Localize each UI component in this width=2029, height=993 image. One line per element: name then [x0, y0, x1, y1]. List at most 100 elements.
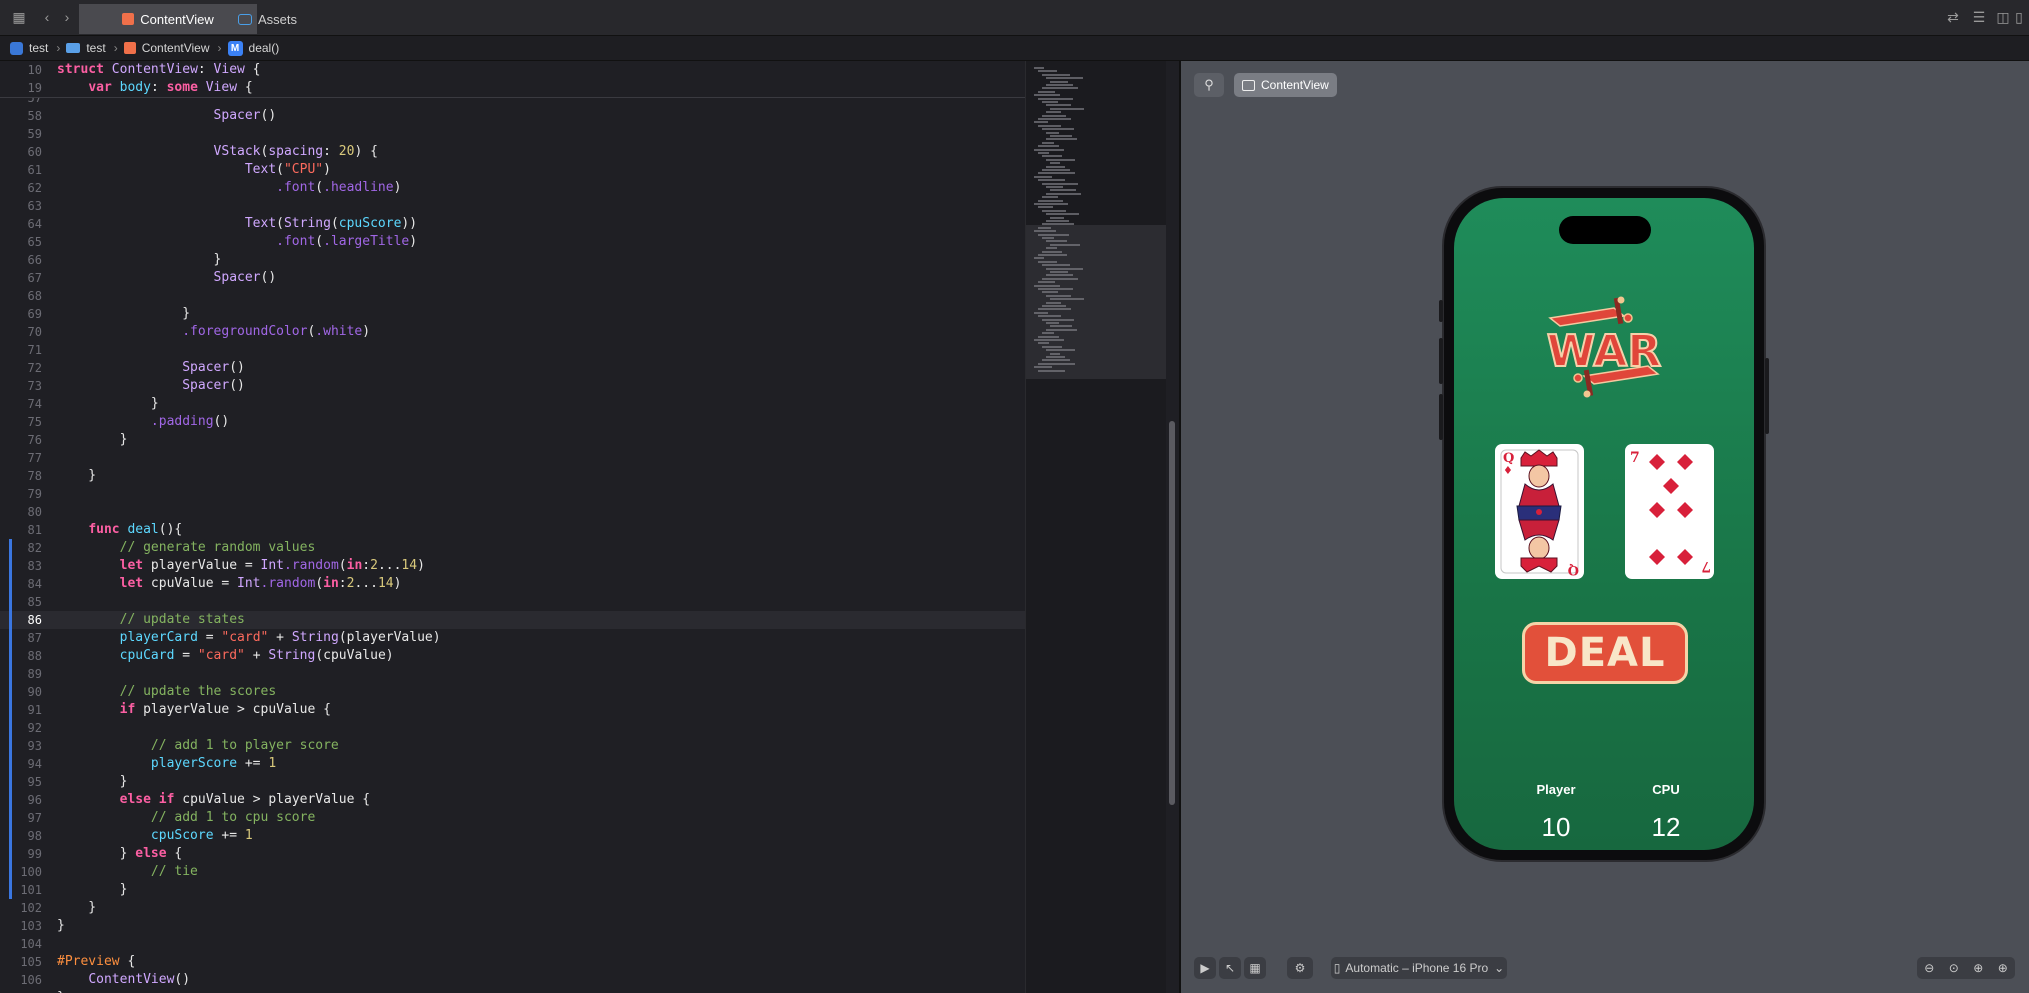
code-text: else if cpuValue > playerValue {	[119, 792, 371, 807]
breadcrumb-method[interactable]: Mdeal()	[227, 40, 279, 56]
back-icon[interactable]: ‹	[38, 8, 56, 26]
code-line[interactable]: 64 Text(String(cpuScore))	[0, 215, 1025, 233]
minimap-line	[1038, 254, 1067, 256]
code-line[interactable]: 98 cpuScore += 1	[0, 827, 1025, 845]
code-line[interactable]: 84 let cpuValue = Int.random(in:2...14)	[0, 575, 1025, 593]
code-line[interactable]: 94 playerScore += 1	[0, 755, 1025, 773]
code-text: // add 1 to player score	[150, 738, 339, 753]
code-line[interactable]: 71	[0, 341, 1025, 359]
card-rank: 7	[1630, 450, 1640, 466]
change-indicator	[9, 539, 12, 899]
device-selector[interactable]: ▯ Automatic – iPhone 16 Pro ⌄	[1331, 957, 1507, 979]
line-number: 73	[27, 379, 42, 393]
code-line[interactable]: 63	[0, 197, 1025, 215]
code-line[interactable]: 99 } else {	[0, 845, 1025, 863]
code-line[interactable]: 104	[0, 935, 1025, 953]
code-line[interactable]: 106 ContentView()	[0, 971, 1025, 989]
minimap-line	[1046, 213, 1079, 216]
minimap[interactable]	[1025, 61, 1167, 993]
live-preview-icon[interactable]: ▶	[1194, 957, 1216, 979]
code-line[interactable]: 66 }	[0, 251, 1025, 269]
code-line[interactable]: 81 func deal(){	[0, 521, 1025, 539]
zoom-out-icon[interactable]: ⊖	[1924, 961, 1934, 975]
zoom-controls: ⊖ ⊙ ⊕ ⊕	[1917, 957, 2015, 979]
code-line[interactable]: 101 }	[0, 881, 1025, 899]
code-line[interactable]: 59	[0, 125, 1025, 143]
tab-bar: ▦ ‹ › ContentView Assets ⇄ ☰ ◫ ▯	[0, 0, 2029, 36]
code-line[interactable]: 96 else if cpuValue > playerValue {	[0, 791, 1025, 809]
code-line[interactable]: 87 playerCard = "card" + String(playerVa…	[0, 629, 1025, 647]
line-number: 65	[27, 235, 42, 249]
variants-icon[interactable]: ▦	[1244, 957, 1266, 979]
grid-icon[interactable]: ▦	[10, 8, 28, 26]
code-line[interactable]: 88 cpuCard = "card" + String(cpuValue)	[0, 647, 1025, 665]
pin-icon[interactable]: ⚲	[1194, 73, 1224, 97]
canvas-bottom-bar: ▶ ↖ ▦ ⚙ ▯ Automatic – iPhone 16 Pro ⌄ ⊖ …	[1181, 950, 2029, 993]
code-line[interactable]: 74 }	[0, 395, 1025, 413]
code-line[interactable]: 80	[0, 503, 1025, 521]
zoom-fit-icon[interactable]: ⊙	[1949, 961, 1959, 975]
code-line[interactable]: 69 }	[0, 305, 1025, 323]
code-line[interactable]: 83 let playerValue = Int.random(in:2...1…	[0, 557, 1025, 575]
line-number: 86	[27, 613, 42, 627]
minimap-line	[1042, 223, 1074, 226]
phone-icon: ▯	[1333, 961, 1341, 975]
editor-options-icon[interactable]: ☰	[1970, 8, 1988, 26]
code-line[interactable]: 62 .font(.headline)	[0, 179, 1025, 197]
code-line[interactable]: 107}	[0, 989, 1025, 993]
minimap-line	[1042, 277, 1078, 280]
code-line[interactable]: 68	[0, 287, 1025, 305]
player-label: Player	[1536, 782, 1576, 797]
minimap-line	[1046, 322, 1059, 324]
code-line[interactable]: 76 }	[0, 431, 1025, 449]
editor-scrollbar[interactable]	[1166, 61, 1179, 993]
inspector-icon[interactable]: ▯	[2010, 8, 2028, 26]
code-line[interactable]: 100 // tie	[0, 863, 1025, 881]
breadcrumb-project[interactable]: test	[10, 41, 48, 55]
breadcrumb-file[interactable]: ContentView	[123, 41, 210, 55]
preview-title-button[interactable]: ContentView	[1234, 73, 1337, 97]
related-items-icon[interactable]: ⇄	[1944, 8, 1962, 26]
code-line[interactable]: 89	[0, 665, 1025, 683]
code-line[interactable]: 103}	[0, 917, 1025, 935]
forward-icon[interactable]: ›	[58, 8, 76, 26]
tab-assets[interactable]: Assets	[224, 4, 311, 34]
minimap-line	[1034, 67, 1044, 69]
code-line[interactable]: 93 // add 1 to player score	[0, 737, 1025, 755]
code-line[interactable]: 77	[0, 449, 1025, 467]
code-line[interactable]: 91 if playerValue > cpuValue {	[0, 701, 1025, 719]
minimap-line	[1046, 186, 1063, 188]
code-line[interactable]: 92	[0, 719, 1025, 737]
deal-button[interactable]: DEAL	[1522, 622, 1688, 684]
minimap-line	[1050, 216, 1064, 219]
zoom-100-icon[interactable]: ⊕	[1973, 961, 1983, 975]
code-line[interactable]: 78 }	[0, 467, 1025, 485]
code-text: Spacer()	[213, 270, 277, 285]
minimap-line	[1042, 209, 1066, 212]
code-editor[interactable]: 10 struct ContentView: View {19 var body:…	[0, 61, 1025, 993]
code-line[interactable]: 58 Spacer()	[0, 107, 1025, 125]
code-line[interactable]: 65 .font(.largeTitle)	[0, 233, 1025, 251]
code-line[interactable]: 75 .padding()	[0, 413, 1025, 431]
breadcrumb-folder[interactable]: test	[66, 41, 106, 55]
code-line[interactable]: 79	[0, 485, 1025, 503]
scrollbar-thumb[interactable]	[1169, 421, 1175, 805]
code-line[interactable]: 95 }	[0, 773, 1025, 791]
code-line[interactable]: 60 VStack(spacing: 20) {	[0, 143, 1025, 161]
code-line[interactable]: 85	[0, 593, 1025, 611]
selectable-icon[interactable]: ↖	[1219, 957, 1241, 979]
code-line[interactable]: 97 // add 1 to cpu score	[0, 809, 1025, 827]
code-line[interactable]: 82 // generate random values	[0, 539, 1025, 557]
device-settings-icon[interactable]: ⚙	[1287, 957, 1313, 979]
code-line[interactable]: 86 // update states	[0, 611, 1025, 629]
zoom-in-icon[interactable]: ⊕	[1998, 961, 2008, 975]
code-line[interactable]: 73 Spacer()	[0, 377, 1025, 395]
line-number: 98	[27, 829, 42, 843]
code-line[interactable]: 72 Spacer()	[0, 359, 1025, 377]
code-line[interactable]: 67 Spacer()	[0, 269, 1025, 287]
code-line[interactable]: 61 Text("CPU")	[0, 161, 1025, 179]
code-line[interactable]: 90 // update the scores	[0, 683, 1025, 701]
code-line[interactable]: 70 .foregroundColor(.white)	[0, 323, 1025, 341]
code-line[interactable]: 102 }	[0, 899, 1025, 917]
code-line[interactable]: 105 #Preview {	[0, 953, 1025, 971]
